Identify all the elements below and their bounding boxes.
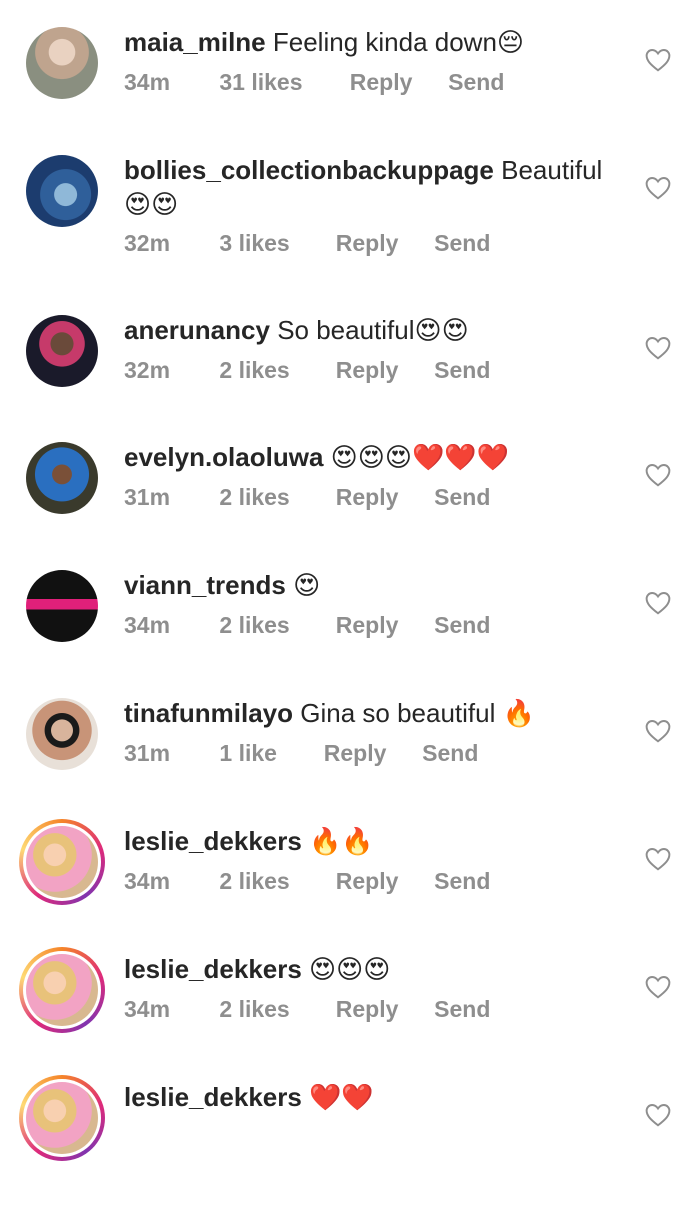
heart-outline-icon[interactable] — [645, 336, 671, 360]
comment-username[interactable]: leslie_dekkers — [124, 826, 302, 856]
comment-time: 32m — [124, 357, 171, 383]
comment-text: Feeling kinda down😔 — [272, 27, 525, 57]
avatar[interactable] — [26, 570, 98, 642]
comment-username[interactable]: maia_milne — [124, 27, 266, 57]
comment-likes[interactable]: 2 likes — [219, 868, 329, 895]
comment-time: 34m — [124, 69, 171, 95]
comment-likes[interactable]: 31 likes — [219, 69, 343, 96]
comment-time: 34m — [124, 996, 171, 1022]
avatar[interactable] — [19, 1075, 105, 1161]
comment-likes[interactable]: 2 likes — [219, 996, 329, 1023]
comment-item: maia_milne Feeling kinda down😔 34m 31 li… — [0, 27, 674, 155]
comment-text: ❤️❤️ — [309, 1082, 374, 1112]
heart-outline-icon[interactable] — [645, 975, 671, 999]
comment-username[interactable]: leslie_dekkers — [124, 1082, 302, 1112]
heart-outline-icon[interactable] — [645, 176, 671, 200]
send-button[interactable]: Send — [434, 484, 490, 511]
heart-outline-icon[interactable] — [645, 847, 671, 871]
comment-username[interactable]: bollies_collectionbackuppage — [124, 155, 494, 185]
comment-item: evelyn.olaoluwa 😍😍😍❤️❤️❤️ 31m 2 likes Re… — [0, 442, 674, 570]
comment-text: Gina so beautiful 🔥 — [300, 698, 535, 728]
reply-button[interactable]: Reply — [336, 612, 428, 639]
comment-username[interactable]: anerunancy — [124, 315, 270, 345]
comment-time: 34m — [124, 868, 171, 894]
comment-username[interactable]: evelyn.olaoluwa — [124, 442, 323, 472]
avatar[interactable] — [26, 442, 98, 514]
comment-item: bollies_collectionbackuppage Beautiful 😍… — [0, 155, 674, 283]
reply-button[interactable]: Reply — [336, 484, 428, 511]
comment-username[interactable]: leslie_dekkers — [124, 954, 302, 984]
comment-likes[interactable]: 3 likes — [219, 230, 329, 257]
comment-likes[interactable]: 2 likes — [219, 612, 329, 639]
avatar[interactable] — [26, 155, 98, 227]
comment-likes[interactable]: 2 likes — [219, 357, 329, 384]
comment-item: anerunancy So beautiful😍😍 32m 2 likes Re… — [0, 315, 674, 443]
avatar[interactable] — [19, 947, 105, 1033]
heart-outline-icon[interactable] — [645, 1103, 671, 1127]
send-button[interactable]: Send — [434, 996, 490, 1023]
comment-username[interactable]: viann_trends — [124, 570, 286, 600]
heart-outline-icon[interactable] — [645, 463, 671, 487]
heart-outline-icon[interactable] — [645, 719, 671, 743]
send-button[interactable]: Send — [448, 69, 504, 96]
send-button[interactable]: Send — [434, 868, 490, 895]
heart-outline-icon[interactable] — [645, 48, 671, 72]
comment-likes[interactable]: 1 like — [219, 740, 317, 767]
comment-likes[interactable]: 2 likes — [219, 484, 329, 511]
comment-time: 31m — [124, 484, 171, 510]
reply-button[interactable]: Reply — [336, 230, 428, 257]
comment-item: viann_trends 😍 34m 2 likes Reply Send — [0, 570, 674, 698]
comment-text: 😍😍😍❤️❤️❤️ — [330, 442, 510, 472]
send-button[interactable]: Send — [434, 612, 490, 639]
comment-item: leslie_dekkers 😍😍😍 34m 2 likes Reply Sen… — [0, 947, 674, 1082]
reply-button[interactable]: Reply — [350, 69, 442, 96]
comment-item: leslie_dekkers ❤️❤️ — [0, 1075, 674, 1210]
send-button[interactable]: Send — [434, 357, 490, 384]
reply-button[interactable]: Reply — [336, 996, 428, 1023]
comment-item: leslie_dekkers 🔥🔥 34m 2 likes Reply Send — [0, 819, 674, 954]
comment-text: 😍😍😍 — [309, 954, 391, 984]
avatar[interactable] — [26, 698, 98, 770]
send-button[interactable]: Send — [422, 740, 478, 767]
avatar[interactable] — [26, 27, 98, 99]
comment-time: 32m — [124, 230, 171, 256]
avatar[interactable] — [26, 315, 98, 387]
comment-text: So beautiful😍😍 — [277, 315, 469, 345]
reply-button[interactable]: Reply — [336, 868, 428, 895]
avatar[interactable] — [19, 819, 105, 905]
comment-username[interactable]: tinafunmilayo — [124, 698, 293, 728]
comment-item: tinafunmilayo Gina so beautiful 🔥 31m 1 … — [0, 698, 674, 826]
reply-button[interactable]: Reply — [336, 357, 428, 384]
send-button[interactable]: Send — [434, 230, 490, 257]
comment-time: 31m — [124, 740, 171, 766]
heart-outline-icon[interactable] — [645, 591, 671, 615]
comment-time: 34m — [124, 612, 171, 638]
comment-text: 🔥🔥 — [309, 826, 374, 856]
comment-text: 😍 — [293, 570, 321, 600]
reply-button[interactable]: Reply — [324, 740, 416, 767]
